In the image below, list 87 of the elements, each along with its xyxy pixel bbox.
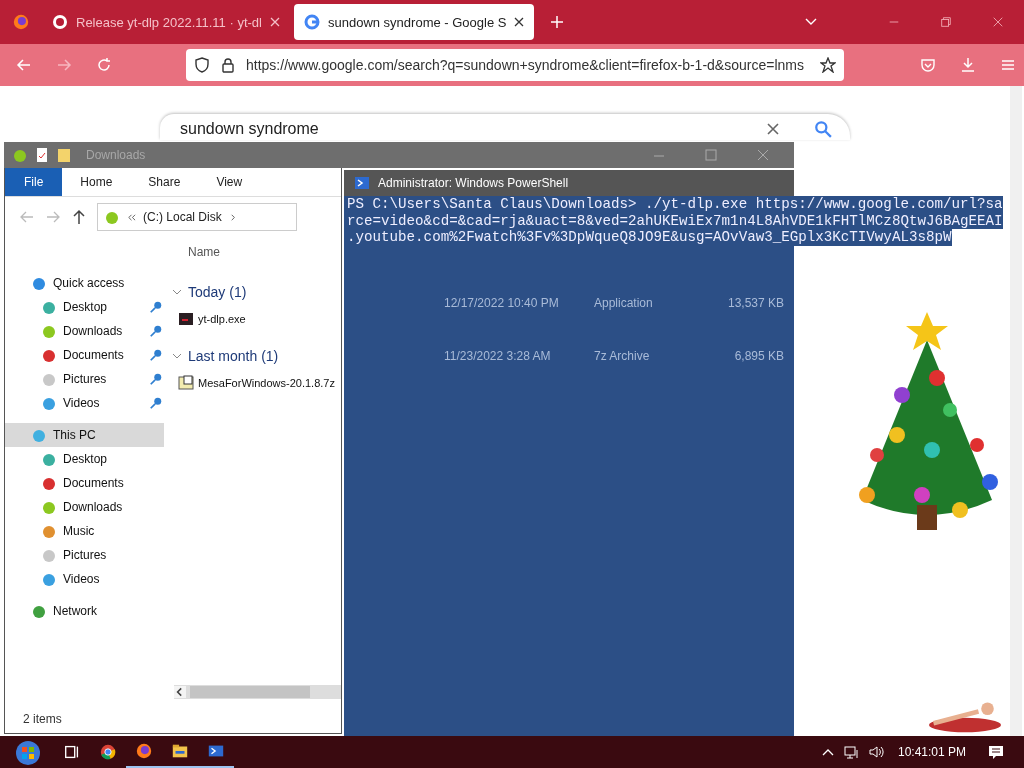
date-cell-text: 11/23/2022 3:28 AM bbox=[444, 349, 552, 363]
back-icon[interactable] bbox=[16, 57, 32, 73]
ornament-icon bbox=[41, 475, 57, 491]
chrome-icon[interactable] bbox=[99, 743, 117, 761]
address-field[interactable]: (C:) Local Disk bbox=[143, 210, 222, 224]
nav-item[interactable]: Documents bbox=[5, 471, 164, 495]
properties-icon[interactable] bbox=[34, 147, 50, 163]
nav-item[interactable]: Desktop bbox=[5, 447, 164, 471]
nav-item[interactable]: Pictures bbox=[5, 367, 164, 391]
nav-item[interactable]: Music bbox=[5, 519, 164, 543]
ornament-icon bbox=[12, 147, 28, 163]
nav-item[interactable]: Videos bbox=[5, 567, 164, 591]
ornament-icon bbox=[41, 571, 57, 587]
start-button[interactable] bbox=[14, 738, 42, 766]
nav-item[interactable]: Downloads bbox=[5, 495, 164, 519]
size-cell-text: 13,537 KB bbox=[726, 296, 784, 310]
close-icon[interactable] bbox=[514, 17, 525, 27]
size-cell-text: 6,895 KB bbox=[733, 349, 784, 363]
clock[interactable]: 10:41:01 PM bbox=[897, 745, 966, 759]
plus-icon[interactable] bbox=[550, 15, 565, 29]
lock-icon[interactable] bbox=[220, 57, 236, 73]
group-header[interactable]: Today (1) bbox=[188, 284, 247, 300]
nav-item[interactable]: Downloads bbox=[5, 319, 164, 343]
ribbon-tab[interactable]: View bbox=[198, 168, 261, 196]
ornament-icon bbox=[31, 275, 47, 291]
powershell-icon bbox=[354, 175, 370, 191]
ornament-icon bbox=[41, 371, 57, 387]
nav-item[interactable]: Documents bbox=[5, 343, 164, 367]
window-title: Administrator: Windows PowerShell bbox=[378, 176, 569, 190]
ornament-icon bbox=[41, 451, 57, 467]
scroll-left-icon[interactable] bbox=[174, 686, 186, 698]
search-field[interactable]: sundown syndrome bbox=[180, 120, 766, 138]
ornament-icon bbox=[41, 347, 57, 363]
ribbon-tab[interactable]: Home bbox=[62, 168, 131, 196]
chevron-icon[interactable] bbox=[172, 287, 182, 297]
date-cell-text: 12/17/2022 10:40 PM bbox=[444, 296, 560, 310]
download-icon[interactable] bbox=[960, 57, 976, 73]
nav-item[interactable]: Quick access bbox=[5, 271, 164, 295]
google-icon bbox=[303, 14, 320, 30]
group-header[interactable]: Last month (1) bbox=[188, 348, 279, 364]
notification-icon[interactable] bbox=[988, 744, 1004, 760]
ornament-icon bbox=[41, 299, 57, 315]
network-icon[interactable] bbox=[843, 744, 860, 760]
search-icon[interactable] bbox=[814, 120, 832, 138]
restore-icon[interactable] bbox=[940, 16, 952, 28]
ornament-icon bbox=[41, 547, 57, 563]
ornament-icon bbox=[31, 427, 47, 443]
ornament-icon bbox=[41, 523, 57, 539]
browser-tab[interactable]: sundown syndrome - Google S bbox=[293, 4, 535, 40]
ribbon-tab[interactable]: Share bbox=[130, 168, 199, 196]
application-icon bbox=[178, 311, 194, 327]
pocket-icon[interactable] bbox=[920, 57, 936, 73]
ornament-icon bbox=[41, 395, 57, 411]
vertical-scrollbar[interactable] bbox=[1010, 86, 1022, 736]
archive-icon bbox=[178, 375, 194, 391]
column-header[interactable]: Name bbox=[188, 245, 220, 267]
item-count: 2 items bbox=[23, 712, 62, 726]
nav-item[interactable]: This PC bbox=[5, 423, 164, 447]
nav-item[interactable]: Pictures bbox=[5, 543, 164, 567]
window-title: Downloads bbox=[86, 148, 146, 162]
browser-tab[interactable]: Release yt-dlp 2022.11.11 · yt-dl bbox=[42, 4, 290, 40]
volume-icon[interactable] bbox=[867, 744, 884, 760]
chevron-right-icon[interactable] bbox=[228, 212, 238, 222]
ornament-icon bbox=[31, 603, 47, 619]
menu-icon[interactable] bbox=[1000, 57, 1016, 73]
type-cell-text: 7z Archive bbox=[594, 349, 651, 363]
task-view-icon[interactable] bbox=[63, 743, 81, 761]
firefox-icon[interactable] bbox=[135, 742, 153, 760]
nav-item[interactable]: Desktop bbox=[5, 295, 164, 319]
ornament-icon bbox=[41, 323, 57, 339]
scrollbar-thumb[interactable] bbox=[190, 686, 310, 698]
ornament-icon bbox=[104, 209, 120, 225]
nav-item[interactable]: Videos bbox=[5, 391, 164, 415]
reload-icon[interactable] bbox=[96, 57, 112, 73]
file-name[interactable]: yt-dlp.exe bbox=[198, 313, 246, 325]
type-cell-text: Application bbox=[594, 296, 654, 310]
up-arrow-icon[interactable] bbox=[71, 209, 87, 225]
chevron-icon[interactable] bbox=[172, 351, 182, 361]
shield-icon[interactable] bbox=[194, 57, 210, 73]
file-name[interactable]: MesaForWindows-20.1.8.7z bbox=[198, 377, 335, 389]
folder-icon[interactable] bbox=[171, 742, 189, 760]
star-icon[interactable] bbox=[820, 57, 836, 73]
double-chevron-icon[interactable] bbox=[127, 212, 136, 222]
ornament-icon bbox=[41, 499, 57, 515]
ribbon-tab[interactable]: File bbox=[5, 168, 63, 196]
nav-item[interactable]: Network bbox=[5, 599, 164, 623]
clear-icon[interactable] bbox=[766, 122, 780, 136]
